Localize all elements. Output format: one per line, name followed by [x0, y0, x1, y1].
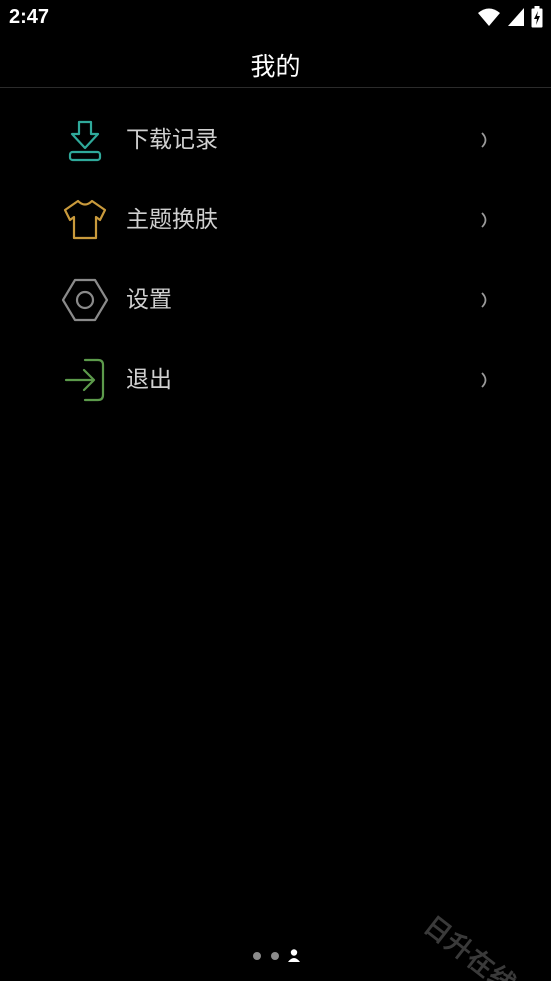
menu-item-label: 下载记录 — [126, 127, 218, 153]
status-icons — [477, 6, 543, 32]
menu-item-label: 退出 — [126, 367, 172, 393]
hexagon-settings-icon — [61, 276, 109, 324]
menu-item-settings[interactable]: 设置 — [0, 260, 551, 340]
header: 我的 — [0, 38, 551, 88]
person-icon — [288, 949, 300, 962]
chevron-right-icon — [478, 129, 492, 151]
chevron-right-icon — [478, 289, 492, 311]
watermark: 日升在线 — [417, 910, 522, 981]
menu-list: 下载记录 主题换肤 设置 退出 — [0, 100, 551, 420]
page-dot — [271, 952, 279, 960]
wifi-icon — [477, 7, 501, 31]
status-bar: 2:47 — [0, 0, 551, 38]
chevron-right-icon — [478, 369, 492, 391]
page-indicator[interactable] — [250, 948, 310, 966]
menu-item-label: 设置 — [126, 287, 172, 313]
menu-item-label: 主题换肤 — [126, 207, 218, 233]
chevron-right-icon — [478, 209, 492, 231]
logout-icon — [61, 356, 109, 404]
download-icon — [61, 116, 109, 164]
screen: 2:47 我的 下载记录 主题换肤 设置 退出 日升在线 — [0, 0, 551, 981]
page-dot — [253, 952, 261, 960]
menu-item-logout[interactable]: 退出 — [0, 340, 551, 420]
shirt-icon — [61, 196, 109, 244]
menu-item-download-history[interactable]: 下载记录 — [0, 100, 551, 180]
cell-signal-icon — [507, 7, 525, 31]
battery-charging-icon — [531, 6, 543, 32]
status-time: 2:47 — [9, 6, 50, 28]
menu-item-theme-skin[interactable]: 主题换肤 — [0, 180, 551, 260]
page-title: 我的 — [250, 52, 301, 81]
